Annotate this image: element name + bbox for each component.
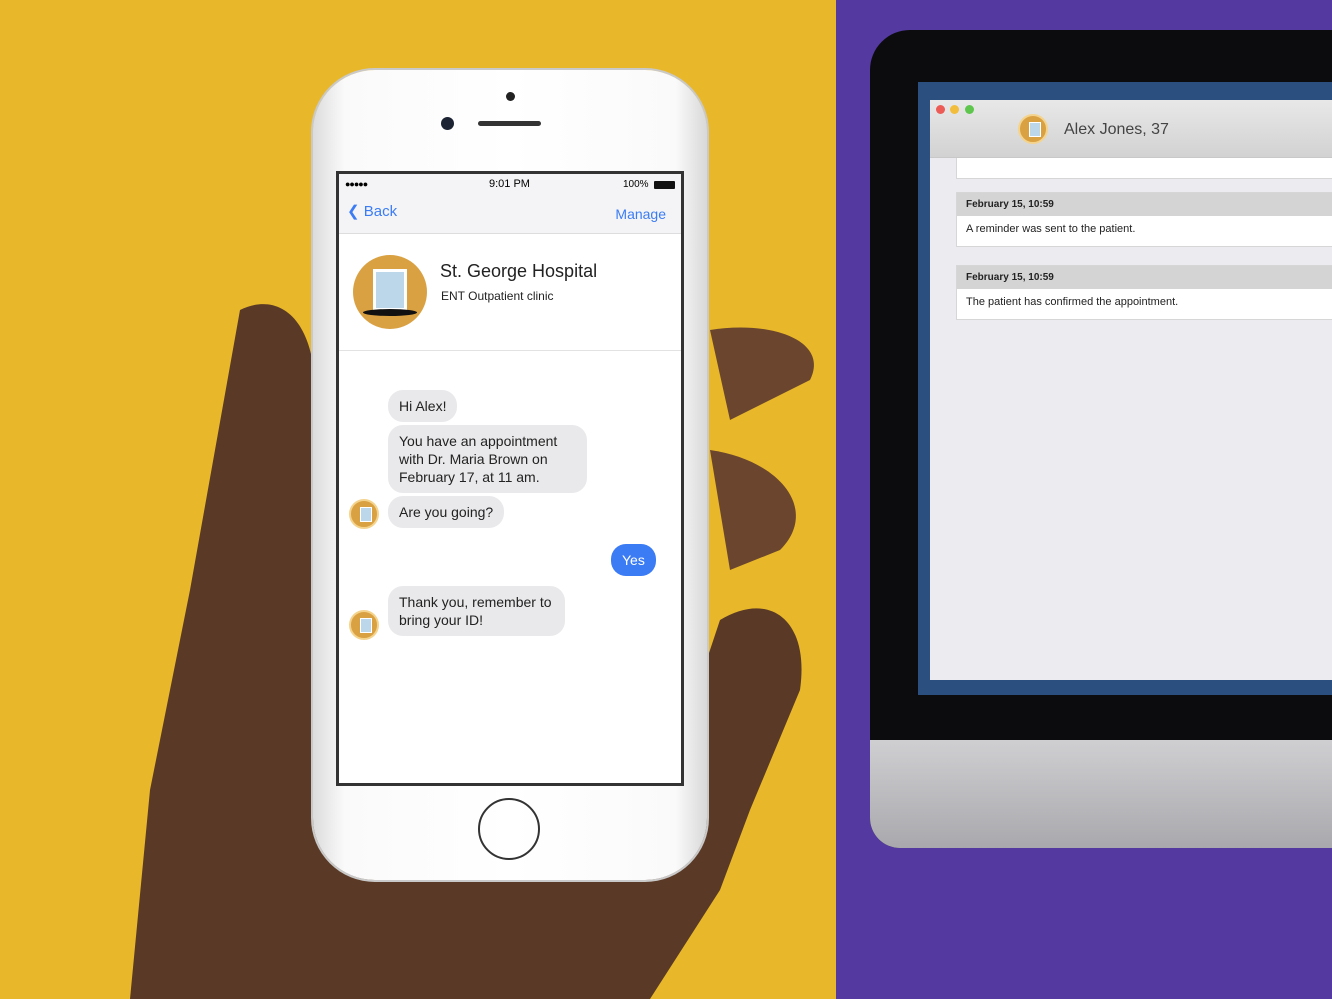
chevron-left-icon: ❮ — [347, 203, 364, 220]
app-window: Alex Jones, 37 The patient feels better … — [930, 100, 1332, 680]
desktop-monitor: Alex Jones, 37 The patient feels better … — [870, 30, 1332, 848]
battery-percent: 100% — [623, 179, 649, 190]
message-bubble: Are you going? — [388, 496, 505, 528]
hospital-icon — [373, 269, 407, 311]
hospital-icon — [349, 499, 379, 529]
maximize-button[interactable] — [965, 105, 974, 114]
message-bubble: You have an appointment with Dr. Maria B… — [388, 425, 587, 493]
back-button[interactable]: ❮ Back — [347, 202, 397, 220]
signal-icon: ●●●●● — [345, 179, 368, 189]
entry-date: February 15, 10:59 — [957, 266, 1332, 289]
log-entry: February 15, 10:59 A reminder was sent t… — [956, 192, 1332, 247]
divider — [339, 350, 681, 351]
message-bubble: Thank you, remember to bring your ID! — [388, 586, 565, 636]
hospital-icon — [349, 610, 379, 640]
smartphone: ●●●●● 9:01 PM 100% ❮ Back Manage St. Geo… — [313, 70, 707, 880]
log-entry: February 15, 10:59 The patient has confi… — [956, 265, 1332, 320]
speaker — [478, 121, 541, 126]
close-button[interactable] — [936, 105, 945, 114]
status-time: 9:01 PM — [489, 178, 530, 190]
hospital-icon — [1018, 114, 1048, 144]
monitor-screen: Alex Jones, 37 The patient feels better … — [918, 82, 1332, 695]
patient-title: Alex Jones, 37 — [1064, 121, 1169, 138]
entry-text: The patient has confirmed the appointmen… — [966, 296, 1179, 308]
entry-date: February 15, 10:59 — [957, 193, 1332, 216]
front-camera — [441, 117, 454, 130]
battery-icon — [654, 181, 675, 189]
hospital-icon-shadow — [363, 309, 417, 316]
minimize-button[interactable] — [950, 105, 959, 114]
user-message-bubble: Yes — [611, 544, 656, 576]
contact-subtitle: ENT Outpatient clinic — [441, 289, 554, 303]
phone-screen: ●●●●● 9:01 PM 100% ❮ Back Manage St. Geo… — [336, 171, 684, 786]
window-titlebar: Alex Jones, 37 — [930, 100, 1332, 158]
manage-button[interactable]: Manage — [615, 206, 666, 222]
hospital-avatar — [353, 255, 427, 329]
nav-bar: ●●●●● 9:01 PM 100% ❮ Back Manage — [339, 174, 681, 234]
monitor-chin — [870, 740, 1332, 848]
home-button[interactable] — [478, 798, 540, 860]
sensor — [506, 92, 515, 101]
contact-name: St. George Hospital — [440, 261, 598, 281]
entry-text: A reminder was sent to the patient. — [966, 223, 1136, 235]
message-bubble: Hi Alex! — [388, 390, 458, 422]
